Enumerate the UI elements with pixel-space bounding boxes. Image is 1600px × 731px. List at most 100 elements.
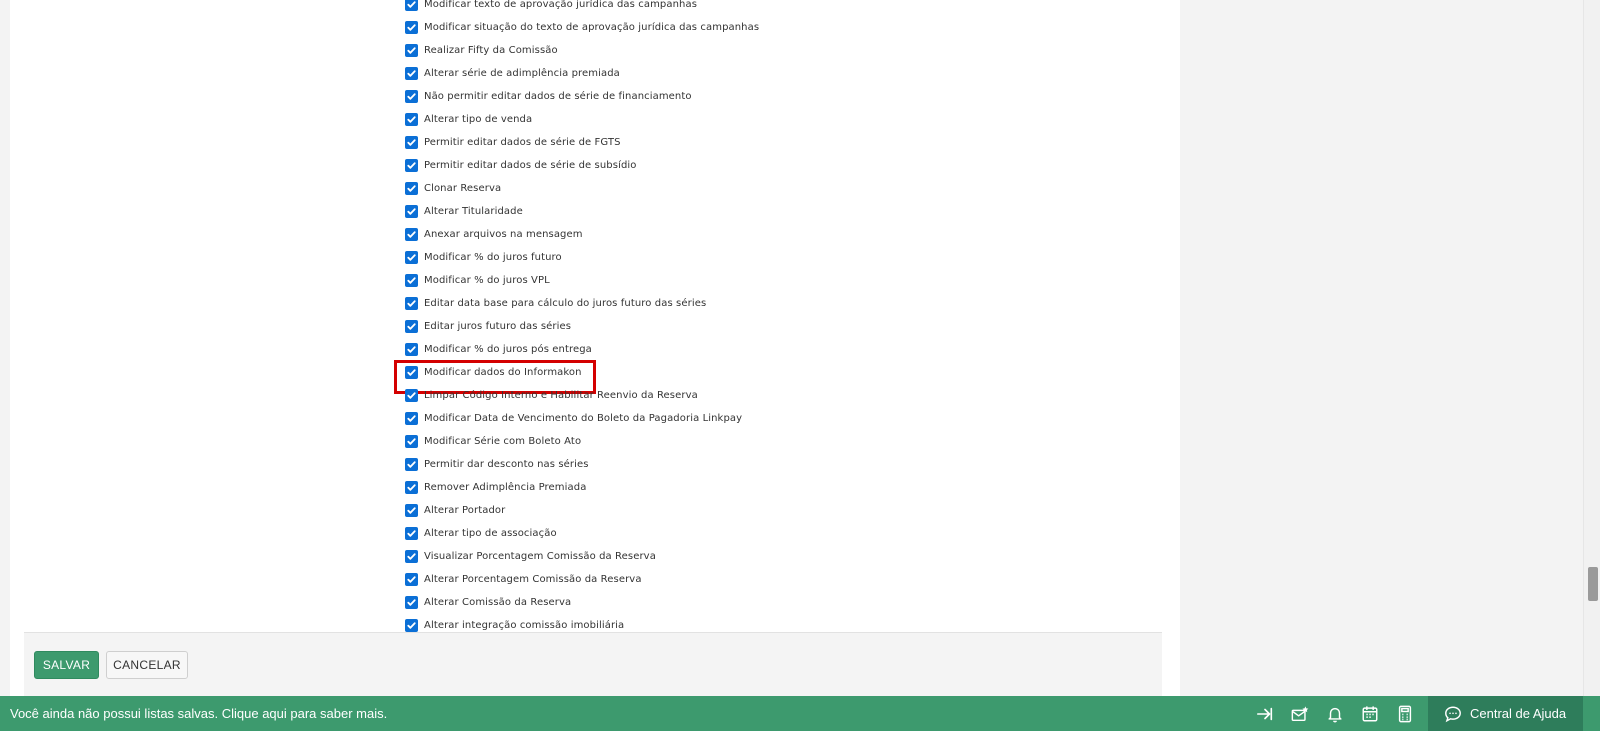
- help-center-button[interactable]: Central de Ajuda: [1428, 696, 1583, 731]
- permission-label: Alterar Titularidade: [424, 206, 523, 217]
- permission-label: Visualizar Porcentagem Comissão da Reser…: [424, 551, 656, 562]
- permission-label: Modificar Série com Boleto Ato: [424, 436, 582, 447]
- permission-checkbox[interactable]: [405, 67, 418, 80]
- permission-checkbox[interactable]: [405, 205, 418, 218]
- permission-item[interactable]: Modificar % do juros pós entrega: [405, 338, 1165, 361]
- permission-checkbox[interactable]: [405, 550, 418, 563]
- permission-checkbox[interactable]: [405, 113, 418, 126]
- permission-item[interactable]: Alterar tipo de venda: [405, 108, 1165, 131]
- permission-checkbox[interactable]: [405, 366, 418, 379]
- permission-item[interactable]: Modificar % do juros futuro: [405, 246, 1165, 269]
- permission-label: Modificar % do juros pós entrega: [424, 344, 592, 355]
- permission-label: Modificar texto de aprovação jurídica da…: [424, 0, 698, 10]
- permission-checkbox[interactable]: [405, 458, 418, 471]
- save-button[interactable]: SALVAR: [34, 651, 99, 679]
- permission-checkbox[interactable]: [405, 481, 418, 494]
- scrollbar-thumb[interactable]: [1588, 567, 1598, 601]
- permission-label: Editar juros futuro das séries: [424, 321, 572, 332]
- permission-label: Alterar tipo de venda: [424, 114, 533, 125]
- permission-label: Não permitir editar dados de série de fi…: [424, 91, 692, 102]
- permission-label: Editar data base para cálculo do juros f…: [424, 298, 707, 309]
- vertical-scrollbar[interactable]: [1583, 0, 1600, 696]
- permission-item[interactable]: Modificar situação do texto de aprovação…: [405, 16, 1165, 39]
- permission-label: Alterar integração comissão imobiliária: [424, 620, 625, 631]
- permission-label: Permitir dar desconto nas séries: [424, 459, 589, 470]
- permission-checkbox[interactable]: [405, 412, 418, 425]
- permission-item[interactable]: Alterar Comissão da Reserva: [405, 591, 1165, 614]
- permission-checkbox[interactable]: [405, 159, 418, 172]
- permission-checkbox[interactable]: [405, 274, 418, 287]
- permission-item[interactable]: Não permitir editar dados de série de fi…: [405, 85, 1165, 108]
- calendar-icon[interactable]: [1360, 704, 1380, 724]
- permission-item[interactable]: Anexar arquivos na mensagem: [405, 223, 1165, 246]
- permission-checkbox[interactable]: [405, 90, 418, 103]
- permission-label: Alterar tipo de associação: [424, 528, 557, 539]
- permission-checkbox[interactable]: [405, 251, 418, 264]
- permission-item[interactable]: Realizar Fifty da Comissão: [405, 39, 1165, 62]
- permission-item[interactable]: Modificar Série com Boleto Ato: [405, 430, 1165, 453]
- permission-item[interactable]: Permitir dar desconto nas séries: [405, 453, 1165, 476]
- permission-item[interactable]: Clonar Reserva: [405, 177, 1165, 200]
- cancel-button[interactable]: CANCELAR: [106, 651, 188, 679]
- permission-label: Modificar situação do texto de aprovação…: [424, 22, 760, 33]
- permission-label: Remover Adimplência Premiada: [424, 482, 587, 493]
- permission-label: Alterar série de adimplência premiada: [424, 68, 620, 79]
- permission-item[interactable]: Permitir editar dados de série de subsíd…: [405, 154, 1165, 177]
- permission-label: Permitir editar dados de série de FGTS: [424, 137, 621, 148]
- calculator-icon[interactable]: [1395, 704, 1415, 724]
- permission-item[interactable]: Permitir editar dados de série de FGTS: [405, 131, 1165, 154]
- permission-label: Modificar dados do Informakon: [424, 367, 582, 378]
- permission-checkbox[interactable]: [405, 44, 418, 57]
- permission-label: Realizar Fifty da Comissão: [424, 45, 558, 56]
- permission-item[interactable]: Alterar Titularidade: [405, 200, 1165, 223]
- permission-checkbox[interactable]: [405, 136, 418, 149]
- permission-item[interactable]: Alterar Porcentagem Comissão da Reserva: [405, 568, 1165, 591]
- status-bar-end: [1583, 696, 1600, 731]
- permission-checkbox[interactable]: [405, 619, 418, 632]
- permission-checkbox[interactable]: [405, 343, 418, 356]
- permissions-list: Modificar texto de aprovação jurídica da…: [394, 0, 1165, 637]
- permission-item[interactable]: Modificar texto de aprovação jurídica da…: [405, 0, 1165, 16]
- permission-checkbox[interactable]: [405, 320, 418, 333]
- permission-checkbox[interactable]: [405, 389, 418, 402]
- status-bar: Você ainda não possui listas salvas. Cli…: [0, 696, 1600, 731]
- permission-item[interactable]: Remover Adimplência Premiada: [405, 476, 1165, 499]
- permission-label: Anexar arquivos na mensagem: [424, 229, 583, 240]
- permission-label: Modificar % do juros futuro: [424, 252, 562, 263]
- permission-item[interactable]: Editar juros futuro das séries: [405, 315, 1165, 338]
- permission-label: Clonar Reserva: [424, 183, 502, 194]
- permission-checkbox[interactable]: [405, 573, 418, 586]
- right-gutter: [1180, 0, 1583, 696]
- permission-checkbox[interactable]: [405, 297, 418, 310]
- permission-label: Alterar Portador: [424, 505, 506, 516]
- permission-checkbox[interactable]: [405, 0, 418, 11]
- form-actions-bar: SALVAR CANCELAR: [24, 632, 1162, 696]
- permission-checkbox[interactable]: [405, 21, 418, 34]
- permission-item[interactable]: Visualizar Porcentagem Comissão da Reser…: [405, 545, 1165, 568]
- permission-label: Modificar Data de Vencimento do Boleto d…: [424, 413, 743, 424]
- permission-label: Alterar Porcentagem Comissão da Reserva: [424, 574, 642, 585]
- permission-checkbox[interactable]: [405, 504, 418, 517]
- bell-icon[interactable]: [1325, 704, 1345, 724]
- permission-item[interactable]: Alterar tipo de associação: [405, 522, 1165, 545]
- help-center-label: Central de Ajuda: [1470, 706, 1567, 721]
- permission-checkbox[interactable]: [405, 182, 418, 195]
- permission-checkbox[interactable]: [405, 435, 418, 448]
- permission-label: Permitir editar dados de série de subsíd…: [424, 160, 637, 171]
- permission-label: Limpar Código Interno e Habilitar Reenvi…: [424, 390, 698, 401]
- permission-checkbox[interactable]: [405, 596, 418, 609]
- permission-item[interactable]: Editar data base para cálculo do juros f…: [405, 292, 1165, 315]
- permission-item[interactable]: Modificar % do juros VPL: [405, 269, 1165, 292]
- permission-label: Alterar Comissão da Reserva: [424, 597, 572, 608]
- permission-item-highlighted[interactable]: Modificar dados do Informakon: [394, 360, 1165, 394]
- permission-item[interactable]: Alterar Portador: [405, 499, 1165, 522]
- permission-checkbox[interactable]: [405, 527, 418, 540]
- permission-item[interactable]: Limpar Código Interno e Habilitar Reenvi…: [405, 384, 1165, 407]
- permission-checkbox[interactable]: [405, 228, 418, 241]
- collapse-arrow-icon[interactable]: [1255, 704, 1275, 724]
- permission-label: Modificar % do juros VPL: [424, 275, 550, 286]
- saved-lists-message[interactable]: Você ainda não possui listas salvas. Cli…: [10, 706, 387, 721]
- permission-item[interactable]: Modificar Data de Vencimento do Boleto d…: [405, 407, 1165, 430]
- permission-item[interactable]: Alterar série de adimplência premiada: [405, 62, 1165, 85]
- mail-star-icon[interactable]: [1290, 704, 1310, 724]
